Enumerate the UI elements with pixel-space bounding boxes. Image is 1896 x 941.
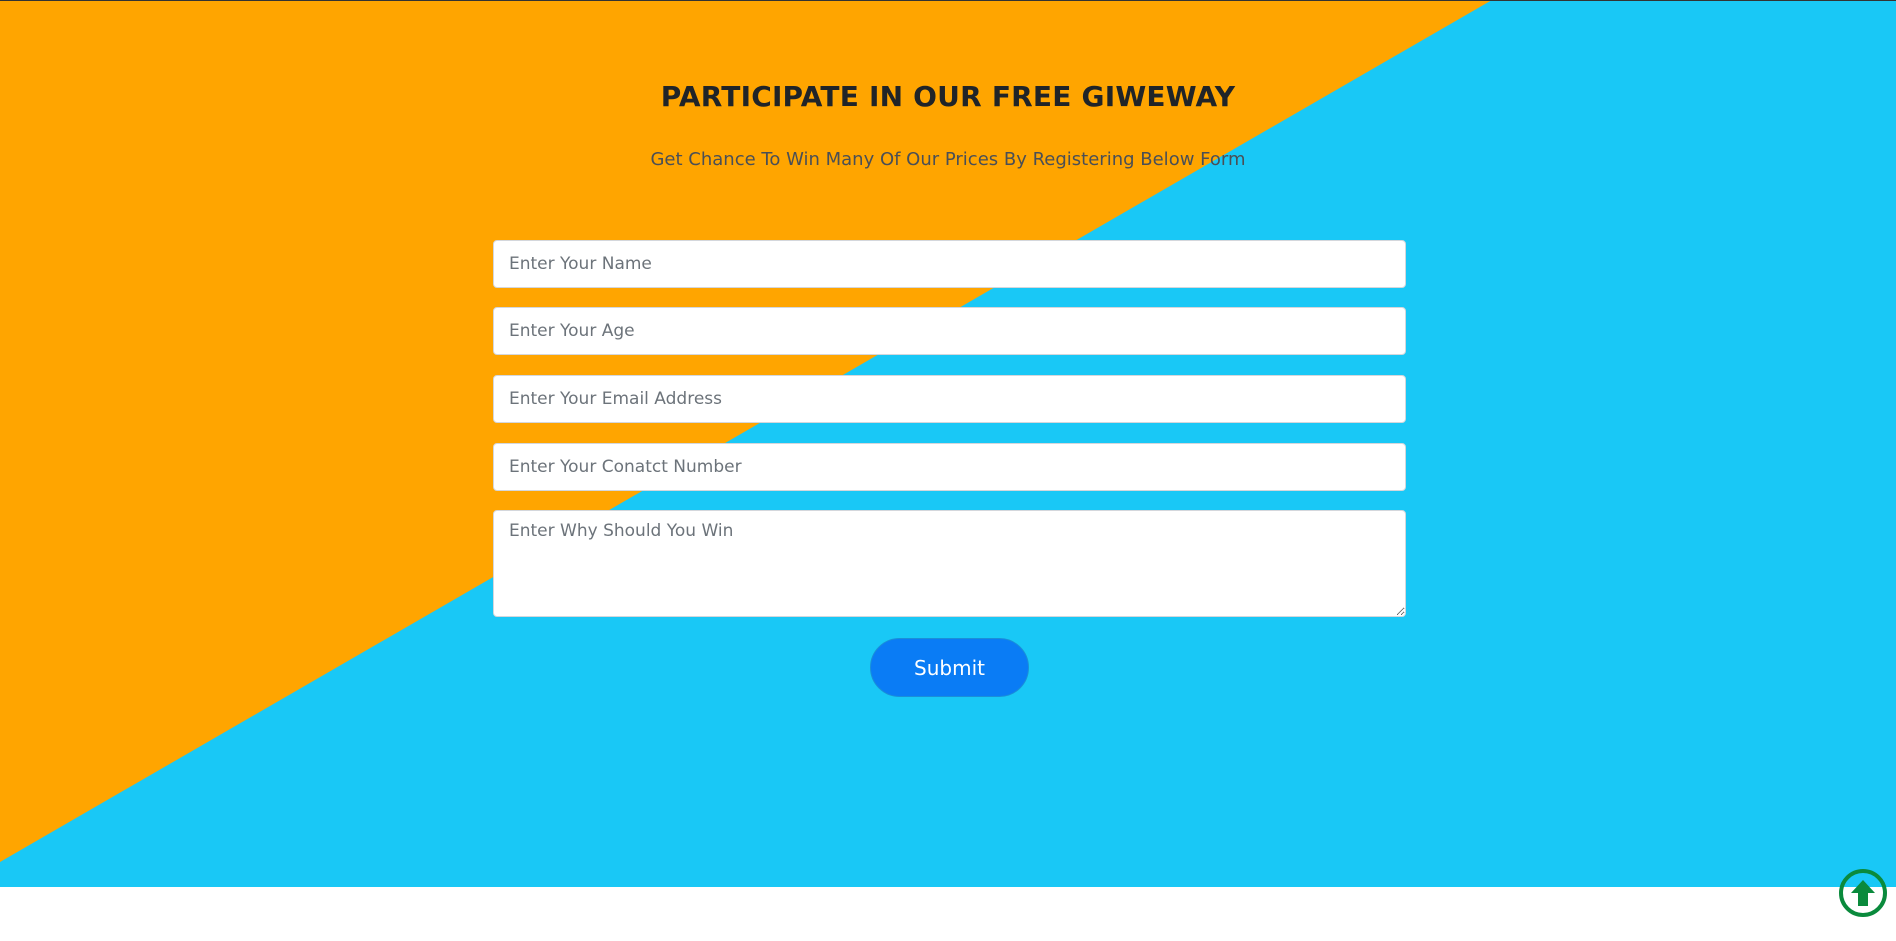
age-input[interactable] <box>493 307 1406 355</box>
page-title: PARTICIPATE IN OUR FREE GIWEWAY <box>660 80 1236 113</box>
giveaway-section: PARTICIPATE IN OUR FREE GIWEWAY Get Chan… <box>0 0 1896 887</box>
scroll-to-top-button[interactable] <box>1838 868 1888 918</box>
contact-number-input[interactable] <box>493 443 1406 491</box>
arrow-up-circle-icon <box>1839 869 1887 917</box>
reason-textarea[interactable] <box>493 510 1406 617</box>
email-input[interactable] <box>493 375 1406 423</box>
name-input[interactable] <box>493 240 1406 288</box>
submit-button[interactable]: Submit <box>870 638 1029 697</box>
page-subtitle: Get Chance To Win Many Of Our Prices By … <box>650 149 1246 170</box>
top-border <box>0 0 1896 1</box>
